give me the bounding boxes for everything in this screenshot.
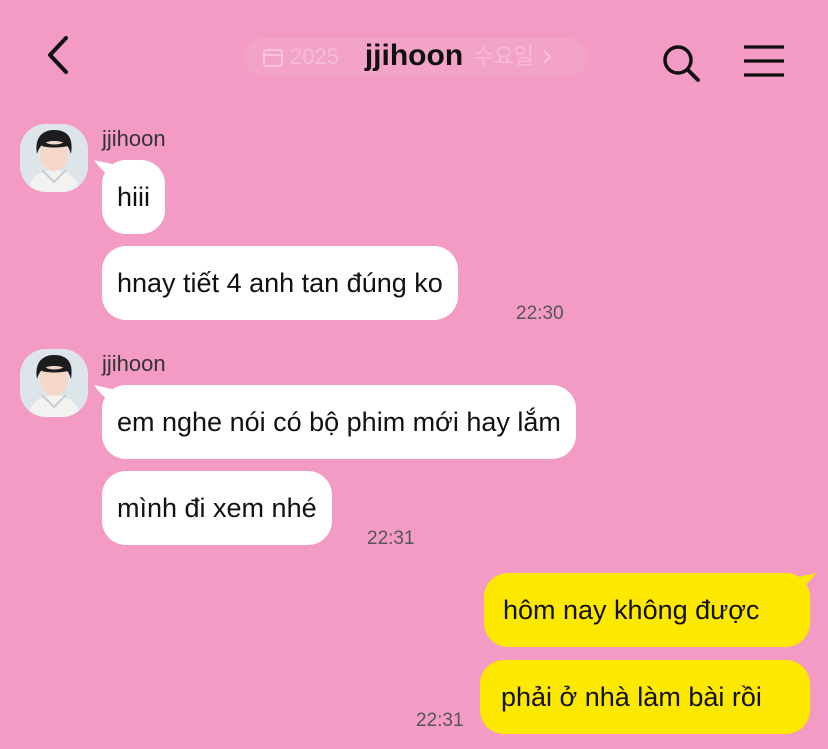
message-bubble[interactable]: phải ở nhà làm bài rồi xyxy=(480,660,810,734)
sender-name: jjihoon xyxy=(102,126,166,151)
message-bubble[interactable]: em nghe nói có bộ phim mới hay lắm xyxy=(102,385,576,459)
search-icon xyxy=(663,45,700,82)
search-button[interactable] xyxy=(660,42,702,84)
avatar-photo xyxy=(20,349,88,417)
message-bubble[interactable]: mình đi xem nhé xyxy=(102,471,332,545)
menu-icon xyxy=(744,45,784,77)
message-time: 22:30 xyxy=(516,303,564,324)
chat-screen: 2025 수요일 jjihoon jjihoon hiii hnay tiết … xyxy=(0,0,828,749)
avatar[interactable] xyxy=(20,349,88,417)
message-bubble[interactable]: hôm nay không được xyxy=(484,573,810,647)
sender-name: jjihoon xyxy=(102,351,166,376)
message-time: 22:31 xyxy=(416,710,464,731)
chat-header: 2025 수요일 jjihoon xyxy=(0,0,828,110)
chat-title: jjihoon xyxy=(364,39,464,72)
message-time: 22:31 xyxy=(367,528,415,549)
message-bubble[interactable]: hiii xyxy=(102,160,166,234)
avatar-photo xyxy=(20,124,88,192)
message-bubble[interactable]: hnay tiết 4 anh tan đúng ko xyxy=(102,246,458,320)
menu-button[interactable] xyxy=(742,44,786,78)
avatar[interactable] xyxy=(20,124,88,192)
